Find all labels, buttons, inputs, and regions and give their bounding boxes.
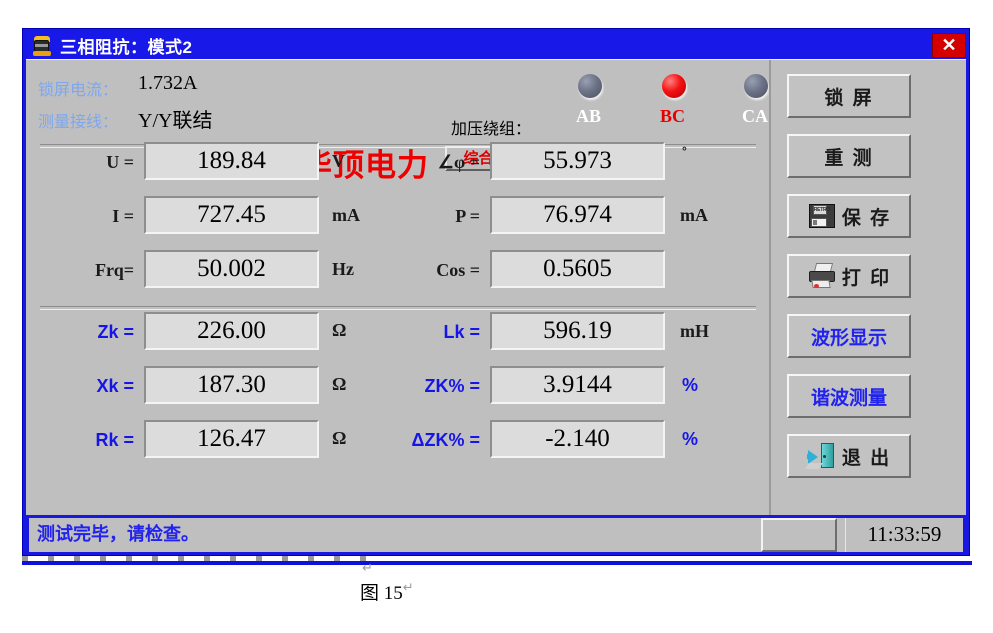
sidebar-button-save[interactable]: RETRO 保 存 <box>787 194 911 238</box>
field-lk[interactable]: 596.19 <box>490 312 665 350</box>
field-p[interactable]: 76.974 <box>490 196 665 234</box>
label-i: I = <box>112 206 134 226</box>
label-zk: Zk = <box>97 322 134 342</box>
label-p: P = <box>455 206 480 226</box>
status-indicator-slot <box>761 518 837 552</box>
led-bc <box>662 74 686 98</box>
exit-icon <box>805 442 837 470</box>
field-i[interactable]: 727.45 <box>144 196 319 234</box>
led-ab <box>578 74 602 98</box>
unit-zk: Ω <box>332 320 347 340</box>
document-rule <box>22 561 972 565</box>
lock-current-value: 1.732A <box>138 72 198 94</box>
printer-icon <box>807 262 837 290</box>
sidebar-label-remeasure: 重 测 <box>824 147 874 169</box>
field-zkpct[interactable]: 3.9144 <box>490 366 665 404</box>
window-title: 三相阻抗：模式2 <box>60 38 193 57</box>
sidebar-label-print: 打 印 <box>841 267 892 289</box>
unit-lk: mH <box>680 321 709 341</box>
unit-xk: Ω <box>332 374 347 394</box>
label-u: U = <box>106 152 134 172</box>
sidebar-button-exit[interactable]: 退 出 <box>787 434 911 478</box>
unit-p: mA <box>680 205 708 225</box>
sidebar-button-print[interactable]: 打 印 <box>787 254 911 298</box>
device-icon <box>31 35 53 56</box>
title-bar[interactable]: 三相阻抗：模式2 ✕ <box>26 32 966 59</box>
field-u[interactable]: 189.84 <box>144 142 319 180</box>
field-frq[interactable]: 50.002 <box>144 250 319 288</box>
sidebar-button-harmonic-measure[interactable]: 谐波测量 <box>787 374 911 418</box>
sidebar-label-harmonic-measure: 谐波测量 <box>810 387 887 409</box>
label-phi: ∠φ = <box>437 152 480 172</box>
sidebar-button-lock-screen[interactable]: 锁 屏 <box>787 74 911 118</box>
figure-caption: 图 15↵ <box>360 578 414 605</box>
label-dzkpct: ΔZK% = <box>411 430 480 450</box>
label-rk: Rk = <box>95 430 134 450</box>
sidebar-label-waveform-display: 波形显示 <box>810 327 887 349</box>
unit-u: V <box>332 151 345 171</box>
status-message: 测试完毕，请检查。 <box>29 518 761 552</box>
wiring-value: Y/Y联结 <box>138 110 213 132</box>
sidebar-label-exit: 退 出 <box>841 447 892 469</box>
lock-current-label: 锁屏电流： <box>38 82 119 99</box>
led-label-ab: AB <box>576 106 602 126</box>
sidebar-button-waveform-display[interactable]: 波形显示 <box>787 314 911 358</box>
label-xk: Xk = <box>96 376 134 396</box>
sidebar: 锁 屏 重 测 RETRO 保 存 打 印 波形显示 谐波测量 退 出 <box>769 60 966 515</box>
field-xk[interactable]: 187.30 <box>144 366 319 404</box>
separator-middle <box>40 306 756 310</box>
figure-caption-text: 图 15 <box>360 583 403 604</box>
field-phi[interactable]: 55.973 <box>490 142 665 180</box>
label-cos: Cos = <box>436 260 480 280</box>
client-area: 锁屏电流： 1.732A 测量接线： Y/Y联结 华顶电力 加压绕组： 综合计算… <box>26 59 966 555</box>
led-label-bc: BC <box>660 106 686 126</box>
label-zkpct: ZK% = <box>424 376 480 396</box>
led-ca <box>744 74 768 98</box>
unit-phi: ° <box>682 144 687 158</box>
pilcrow-mark-top: ↵ <box>362 560 373 575</box>
winding-label: 加压绕组： <box>451 121 532 138</box>
wiring-label: 测量接线： <box>38 114 119 131</box>
unit-i: mA <box>332 205 360 225</box>
status-bar: 测试完毕，请检查。 11:33:59 <box>26 515 966 555</box>
main-panel: 锁屏电流： 1.732A 测量接线： Y/Y联结 华顶电力 加压绕组： 综合计算… <box>26 60 769 515</box>
sidebar-button-remeasure[interactable]: 重 测 <box>787 134 911 178</box>
unit-zkpct: % <box>682 375 699 395</box>
unit-dzkpct: % <box>682 429 699 449</box>
application-window: 三相阻抗：模式2 ✕ 锁屏电流： 1.732A 测量接线： Y/Y联结 华顶电力… <box>22 28 970 556</box>
floppy-icon: RETRO <box>807 202 837 230</box>
status-spacer <box>837 518 845 552</box>
pilcrow-mark: ↵ <box>402 579 414 595</box>
unit-frq: Hz <box>332 259 354 279</box>
sidebar-label-lock-screen: 锁 屏 <box>824 87 874 109</box>
unit-rk: Ω <box>332 428 347 448</box>
field-zk[interactable]: 226.00 <box>144 312 319 350</box>
label-frq: Frq= <box>95 260 134 280</box>
page-root: 三相阻抗：模式2 ✕ 锁屏电流： 1.732A 测量接线： Y/Y联结 华顶电力… <box>0 0 993 633</box>
led-label-ca: CA <box>742 106 768 126</box>
close-button[interactable]: ✕ <box>932 33 966 58</box>
status-clock: 11:33:59 <box>845 518 963 552</box>
field-dzkpct[interactable]: -2.140 <box>490 420 665 458</box>
label-lk: Lk = <box>443 322 480 342</box>
field-cos[interactable]: 0.5605 <box>490 250 665 288</box>
field-rk[interactable]: 126.47 <box>144 420 319 458</box>
sidebar-label-save: 保 存 <box>841 207 892 229</box>
